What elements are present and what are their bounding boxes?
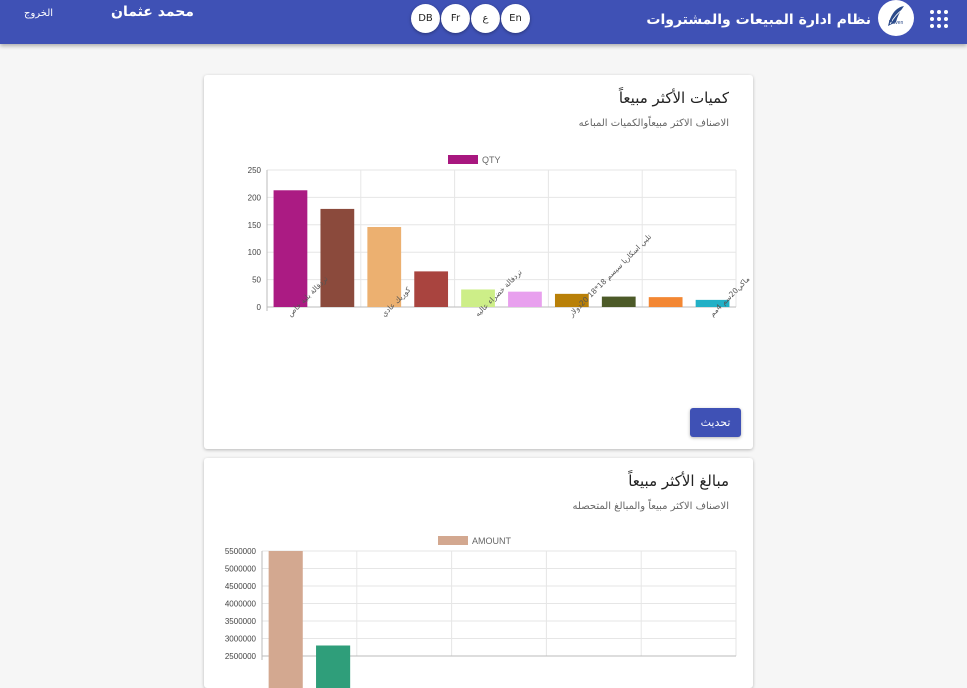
lang-db-button[interactable]: DB — [411, 4, 440, 33]
bar-2 — [320, 209, 354, 307]
top-app-bar: الخروج محمد عثمان DB Fr ع En نظام ادارة … — [0, 0, 967, 44]
legend-label: QTY — [482, 155, 501, 165]
legend-swatch — [438, 536, 468, 545]
qty-bar-chart: QTY050100150200250تردفالة بلية خاصكوريك … — [204, 75, 753, 405]
legend-label: AMOUNT — [472, 536, 511, 546]
amount-bar-chart: AMOUNT2500000300000035000004000000450000… — [204, 458, 753, 688]
y-tick-label: 250 — [248, 166, 262, 175]
app-title: نظام ادارة المبيعات والمشتروات — [646, 12, 871, 28]
y-tick-label: 3000000 — [225, 635, 257, 644]
lang-ar-button[interactable]: ع — [471, 4, 500, 33]
bar-2 — [316, 646, 350, 688]
bar-4 — [414, 271, 448, 307]
y-tick-label: 50 — [252, 276, 261, 285]
bar-8 — [602, 297, 636, 307]
y-tick-label: 4000000 — [225, 600, 257, 609]
y-tick-label: 0 — [257, 303, 262, 312]
bar-9 — [649, 297, 683, 307]
lang-fr-button[interactable]: Fr — [441, 4, 470, 33]
app-logo: Haven — [878, 0, 914, 36]
y-tick-label: 5500000 — [225, 547, 257, 556]
y-tick-label: 150 — [248, 221, 262, 230]
amount-chart-card: مبالغ الأكثر مبيعاً الاصناف الاكثر مبيعا… — [204, 458, 753, 688]
y-tick-label: 5000000 — [225, 565, 257, 574]
refresh-button[interactable]: تحديث — [690, 408, 741, 437]
bar-1 — [274, 190, 308, 307]
y-tick-label: 200 — [248, 193, 262, 202]
bar-1 — [269, 551, 303, 688]
logout-link[interactable]: الخروج — [24, 8, 53, 19]
y-tick-label: 3500000 — [225, 617, 257, 626]
legend-swatch — [448, 155, 478, 164]
bar-6 — [508, 292, 542, 307]
y-tick-label: 100 — [248, 248, 262, 257]
user-name[interactable]: محمد عثمان — [111, 4, 194, 20]
svg-text:Haven: Haven — [889, 20, 904, 26]
x-tick-label: ماكي20سم 4مم — [708, 274, 752, 318]
qty-chart-card: كميات الأكثر مبيعاً الاصناف الاكثر مبيعا… — [204, 75, 753, 449]
lang-en-button[interactable]: En — [501, 4, 530, 33]
apps-grid-icon[interactable] — [930, 10, 948, 28]
y-tick-label: 4500000 — [225, 582, 257, 591]
